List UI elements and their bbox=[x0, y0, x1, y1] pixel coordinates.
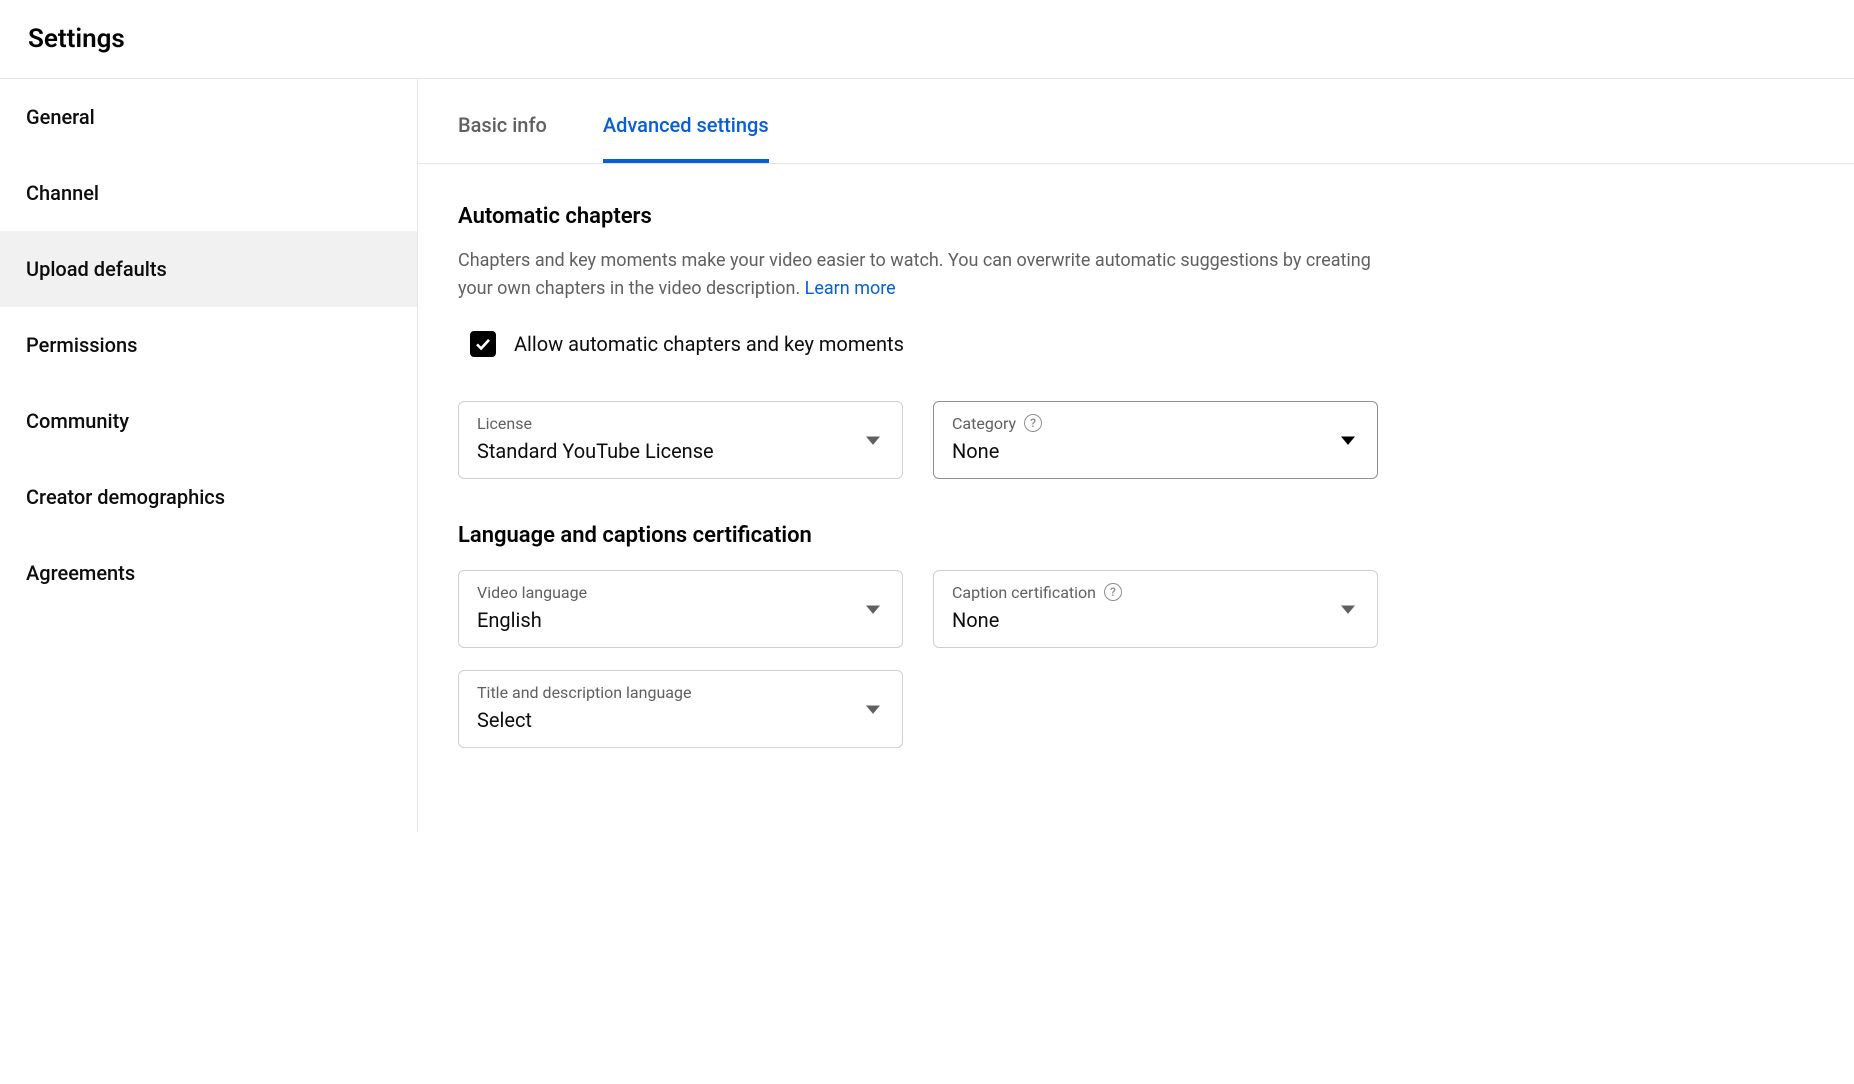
caption-certification-value: None bbox=[952, 608, 1359, 632]
sidebar-item-community[interactable]: Community bbox=[0, 383, 417, 459]
sidebar-item-permissions[interactable]: Permissions bbox=[0, 307, 417, 383]
automatic-chapters-title: Automatic chapters bbox=[458, 204, 1378, 229]
settings-header: Settings bbox=[0, 0, 1854, 79]
language-captions-title: Language and captions certification bbox=[458, 523, 1378, 548]
title-desc-language-row: Title and description language Select bbox=[458, 670, 1378, 748]
sidebar-item-upload-defaults[interactable]: Upload defaults bbox=[0, 231, 417, 307]
automatic-chapters-description: Chapters and key moments make your video… bbox=[458, 247, 1378, 303]
caption-certification-label: Caption certification ? bbox=[952, 583, 1359, 602]
category-label: Category ? bbox=[952, 414, 1359, 433]
page-title: Settings bbox=[28, 24, 1826, 54]
video-language-label: Video language bbox=[477, 583, 884, 602]
allow-chapters-checkbox[interactable] bbox=[470, 331, 496, 357]
category-select[interactable]: Category ? None bbox=[933, 401, 1378, 479]
tab-advanced-settings[interactable]: Advanced settings bbox=[603, 79, 769, 163]
content-area: Basic info Advanced settings Automatic c… bbox=[418, 79, 1854, 832]
allow-chapters-checkbox-row: Allow automatic chapters and key moments bbox=[470, 331, 1378, 357]
sidebar-item-agreements[interactable]: Agreements bbox=[0, 535, 417, 611]
learn-more-link[interactable]: Learn more bbox=[805, 278, 896, 299]
allow-chapters-label: Allow automatic chapters and key moments bbox=[514, 332, 904, 356]
title-description-language-value: Select bbox=[477, 708, 884, 732]
title-description-language-label: Title and description language bbox=[477, 683, 884, 702]
title-description-language-select[interactable]: Title and description language Select bbox=[458, 670, 903, 748]
main-layout: General Channel Upload defaults Permissi… bbox=[0, 79, 1854, 832]
license-select[interactable]: License Standard YouTube License bbox=[458, 401, 903, 479]
category-value: None bbox=[952, 439, 1359, 463]
sidebar-item-channel[interactable]: Channel bbox=[0, 155, 417, 231]
tabs-bar: Basic info Advanced settings bbox=[418, 79, 1854, 164]
checkmark-icon bbox=[474, 335, 492, 353]
help-icon[interactable]: ? bbox=[1024, 414, 1042, 432]
settings-sidebar: General Channel Upload defaults Permissi… bbox=[0, 79, 418, 832]
caption-certification-select[interactable]: Caption certification ? None bbox=[933, 570, 1378, 648]
license-value: Standard YouTube License bbox=[477, 439, 884, 463]
video-language-select[interactable]: Video language English bbox=[458, 570, 903, 648]
license-category-row: License Standard YouTube License Categor… bbox=[458, 401, 1378, 479]
tab-basic-info[interactable]: Basic info bbox=[458, 79, 547, 163]
video-language-value: English bbox=[477, 608, 884, 632]
sidebar-item-creator-demographics[interactable]: Creator demographics bbox=[0, 459, 417, 535]
advanced-settings-panel: Automatic chapters Chapters and key mome… bbox=[418, 164, 1418, 748]
sidebar-item-general[interactable]: General bbox=[0, 79, 417, 155]
language-row: Video language English Caption certifica… bbox=[458, 570, 1378, 648]
help-icon[interactable]: ? bbox=[1104, 583, 1122, 601]
license-label: License bbox=[477, 414, 884, 433]
